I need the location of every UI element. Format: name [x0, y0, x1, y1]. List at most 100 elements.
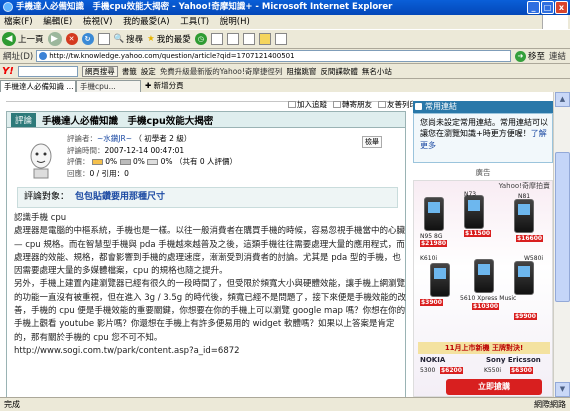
windows-logo-icon [542, 15, 568, 29]
phone-image [464, 195, 484, 229]
back-arrow-icon: ◀ [2, 32, 16, 46]
scroll-thumb[interactable] [555, 152, 570, 302]
scroll-down-icon[interactable]: ▼ [555, 382, 570, 397]
forward-button[interactable]: ▶ [47, 32, 62, 46]
popup-blocker-button[interactable]: 阻擋跳窗 [286, 66, 316, 77]
yahoo-toolbar: Y! 網頁搜尋 書籤 設定 免費升級最新版的Yahoo!奇摩捷徑列 阻擋跳窗 反… [0, 64, 570, 79]
security-zone: 網際網路 [534, 400, 566, 409]
menu-edit[interactable]: 編輯(E) [39, 17, 76, 27]
print-friendly-button[interactable]: 友善列印 [378, 99, 417, 110]
bookmarks-button[interactable]: 書籤 [122, 66, 137, 77]
print-icon [378, 101, 386, 108]
go-button[interactable]: ➜ 移至 [511, 50, 549, 62]
phone-image [514, 261, 534, 295]
forward-friend-button[interactable]: 轉寄朋友 [333, 99, 372, 110]
scroll-up-icon[interactable]: ▲ [555, 92, 570, 107]
yahoo-logo[interactable]: Y! [2, 66, 14, 77]
messenger-button[interactable] [274, 33, 287, 45]
rating-bad-icon[interactable] [147, 159, 159, 166]
reply-count: 0 / 引用：0 [89, 168, 129, 178]
article-actions: 加入追蹤 轉寄朋友 友善列印 [288, 99, 417, 110]
ad-label: 廣告 [475, 168, 491, 177]
tab-article[interactable]: 手機達人必備知識 ... [0, 80, 76, 92]
avatar[interactable] [24, 140, 58, 180]
menu-bar: 檔案(F) 編輯(E) 檢視(V) 我的最愛(A) 工具(T) 說明(H) [0, 15, 570, 29]
phone-image [424, 197, 444, 231]
address-bar: 網址(D) http://tw.knowledge.yahoo.com/ques… [0, 49, 570, 64]
rating-good-icon[interactable] [91, 159, 103, 166]
search-icon: 🔍 [113, 34, 125, 44]
review-header: 評論 手機達人必備知識 手機cpu效能大揭密 [7, 112, 405, 128]
menu-view[interactable]: 檢視(V) [79, 17, 116, 27]
buy-now-button[interactable]: 立即搶購 [446, 379, 542, 395]
menu-help[interactable]: 說明(H) [216, 17, 254, 27]
vertical-scrollbar[interactable]: ▲ ▼ [553, 92, 570, 397]
phone-image [430, 263, 450, 297]
minimize-button[interactable]: _ [527, 1, 540, 14]
yahoo-search-input[interactable] [17, 65, 78, 77]
status-bar: 完成 網際網路 [0, 397, 570, 411]
source-url: http://www.sogi.com.tw/park/content.asp?… [14, 345, 240, 356]
target-link[interactable]: 包包貼鑽要用那種尺寸 [75, 192, 165, 202]
links-button[interactable]: 連結 [549, 50, 570, 62]
tab-second[interactable]: 手機cpu... [76, 80, 141, 92]
article-body: 認識手機 cpu 處理器是電腦的中樞系統，手機也是一樣。以往一般消費者在購買手機… [14, 212, 406, 358]
maximize-button[interactable]: □ [541, 1, 554, 14]
rating-neutral-icon[interactable] [119, 159, 131, 166]
edit-button[interactable] [242, 33, 255, 45]
print-button[interactable] [226, 33, 239, 45]
rating-count: （共有 0 人評價） [174, 157, 237, 167]
window-titlebar: 手機達人必備知識 手機cpu效能大揭密 - Yahoo!奇摩知識+ - Micr… [0, 0, 570, 15]
favorites-button[interactable]: ★ 我的最愛 [147, 33, 191, 45]
toolbar-upgrade-link[interactable]: 免費升級最新版的Yahoo!奇摩捷徑列 [160, 66, 283, 77]
menu-favorites[interactable]: 我的最愛(A) [119, 17, 173, 27]
review-time: 2007-12-14 00:47:01 [104, 145, 185, 155]
nokia-logo: NOKIA [420, 356, 446, 364]
sony-ericsson-logo: Sony Ericsson [486, 356, 541, 364]
window-controls: _ □ x [527, 1, 568, 14]
star-icon: ★ [147, 34, 155, 44]
folder-button[interactable] [258, 33, 271, 45]
window-title: 手機達人必備知識 手機cpu效能大揭密 - Yahoo!奇摩知識+ - Micr… [16, 2, 393, 12]
address-input[interactable]: http://tw.knowledge.yahoo.com/question/a… [36, 50, 511, 62]
web-search-button[interactable]: 網頁搜尋 [81, 65, 118, 77]
phone-image [474, 259, 494, 293]
ad-banner[interactable]: Yahoo!奇摩拍賣 N95 8G $21980 N73 $11500 N81 $16… [413, 180, 553, 397]
menu-tools[interactable]: 工具(T) [176, 17, 213, 27]
ad-promo: 11月上市新機 王牌對決! [418, 342, 550, 354]
review-target: 評論對象： 包包貼鑽要用那種尺寸 [17, 187, 398, 208]
mail-icon [333, 101, 341, 108]
mail-button[interactable] [210, 33, 223, 45]
report-button[interactable]: 檢舉 [362, 136, 382, 148]
follow-button[interactable]: 加入追蹤 [288, 99, 327, 110]
body-heading: 認識手機 cpu [14, 213, 67, 223]
address-label: 網址(D) [3, 52, 34, 62]
standard-toolbar: ◀ 上一頁 ▶ ✕ ↻ 🔍 搜尋 ★ 我的最愛 ◷ [0, 29, 570, 49]
history-button[interactable]: ◷ [194, 33, 207, 45]
phone-image [514, 199, 534, 233]
author-link[interactable]: ~水鑽JR~ [97, 134, 132, 143]
follow-icon [288, 101, 296, 108]
stop-button[interactable]: ✕ [65, 33, 78, 45]
back-button[interactable]: ◀ 上一頁 [2, 32, 44, 46]
settings-button[interactable]: 設定 [141, 66, 156, 77]
ad-title: Yahoo!奇摩拍賣 [498, 182, 550, 190]
close-button[interactable]: x [555, 1, 568, 14]
favorite-links-header: 常用連結 [413, 101, 553, 113]
anti-spyware-button[interactable]: 反間諜軟體 [320, 66, 358, 77]
body-paragraph: 另外，手機上建置內建瀏覽器已經有很久的一段時間了，但受限於頻寬大小與硬體效能，讓… [14, 279, 406, 343]
search-button[interactable]: 🔍 搜尋 [114, 33, 144, 45]
sidebar: 常用連結 您尚未設定常用連結。常用連結可以讓您在瀏覽知識+時更方便喔！了解更多 … [413, 92, 553, 397]
review-tag: 評論 [11, 112, 37, 127]
home-button[interactable] [97, 33, 110, 45]
go-arrow-icon: ➜ [514, 50, 526, 62]
page-title: 手機達人必備知識 手機cpu效能大揭密 [42, 115, 214, 127]
refresh-button[interactable]: ↻ [81, 33, 94, 45]
favorite-links-box: 您尚未設定常用連結。常用連結可以讓您在瀏覽知識+時更方便喔！了解更多 [413, 113, 553, 163]
wretch-button[interactable]: 無名小站 [362, 66, 392, 77]
status-text: 完成 [4, 400, 20, 409]
new-tab-button[interactable]: ✚ 新增分頁 [141, 80, 184, 92]
menu-file[interactable]: 檔案(F) [0, 17, 37, 27]
page-content: 加入追蹤 轉寄朋友 友善列印 評論 手機達人必備知識 手機cpu效能大揭密 評論… [0, 92, 553, 397]
body-paragraph: 處理器是電腦的中樞系統，手機也是一樣。以往一般消費者在購買手機的時候，容易忽視手… [14, 226, 406, 277]
